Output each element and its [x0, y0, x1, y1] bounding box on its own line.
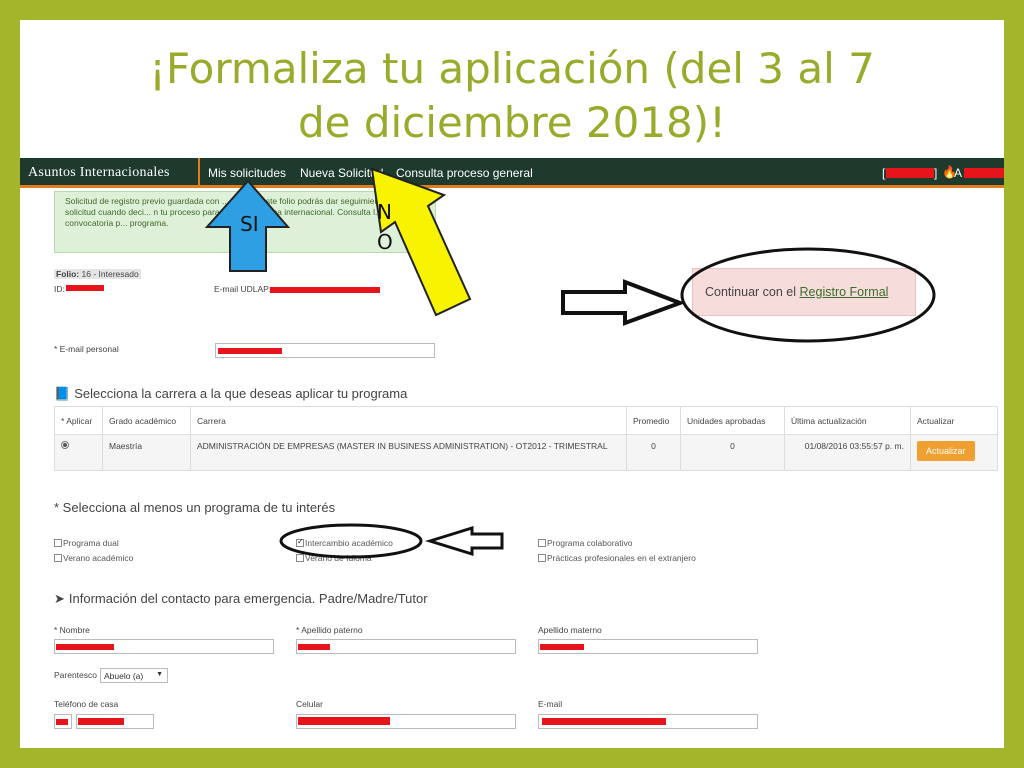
celular-label: Celular: [296, 699, 323, 709]
redaction-bar: [218, 348, 282, 354]
email-contacto-label: E-mail: [538, 699, 563, 709]
nav-link-mis-solicitudes[interactable]: Mis solicitudes: [208, 166, 286, 180]
annotation-no-n: N: [377, 200, 392, 224]
checkbox-verano-academico[interactable]: Verano académico: [54, 553, 133, 563]
id-label: ID:: [54, 284, 65, 294]
table-header: Promedio: [626, 406, 681, 435]
redaction-bar: [542, 718, 666, 725]
email-personal-label: * E-mail personal: [54, 344, 119, 354]
embedded-screenshot: Asuntos Internacionales Mis solicitudes …: [20, 158, 1004, 748]
checkbox-practicas-profesionales[interactable]: Prácticas profesionales en el extranjero: [538, 553, 696, 563]
redaction-bar: [66, 285, 104, 291]
redaction-bar: [886, 168, 934, 178]
redaction-bar: [56, 644, 114, 650]
table-header: Carrera: [190, 406, 627, 435]
table-header: * Aplicar: [54, 406, 103, 435]
send-icon: ➤: [54, 591, 65, 606]
continue-box: Continuar con el Registro Formal: [692, 268, 916, 316]
parentesco-select[interactable]: Abuelo (a) ▼: [100, 668, 168, 683]
redaction-bar: [270, 287, 380, 293]
book-icon: 📘: [54, 386, 71, 401]
redaction-bar: [56, 719, 68, 725]
table-header: Unidades aprobadas: [680, 406, 785, 435]
nav-link-nueva-solicitud[interactable]: Nueva Solicitud: [300, 166, 383, 180]
nav-link-consulta-proceso[interactable]: Consulta proceso general: [396, 166, 533, 180]
table-header: Actualizar: [910, 406, 998, 435]
nav-user[interactable]: [: [882, 166, 885, 180]
nav-separator: [198, 158, 200, 188]
carrera-table: * Aplicar Grado académico Carrera Promed…: [54, 406, 998, 471]
checkbox-intercambio-academico[interactable]: Intercambio académico: [296, 537, 393, 548]
nav-user-initial: A: [954, 166, 963, 180]
redaction-bar: [298, 717, 390, 725]
nombre-label: * Nombre: [54, 625, 90, 635]
carrera-heading: 📘 Selecciona la carrera a la que deseas a…: [54, 386, 408, 401]
nav-brand[interactable]: Asuntos Internacionales: [28, 165, 170, 181]
table-header: Última actualización: [784, 406, 911, 435]
registro-formal-link[interactable]: Registro Formal: [800, 285, 889, 299]
redaction-bar: [78, 718, 124, 725]
checkbox-programa-colaborativo[interactable]: Programa colaborativo: [538, 538, 633, 548]
apellido-paterno-label: * Apellido paterno: [296, 625, 363, 635]
redaction-bar: [540, 644, 584, 650]
table-header: Grado académico: [102, 406, 191, 435]
actualizar-button[interactable]: Actualizar: [917, 441, 975, 461]
email-udlap-label: E-mail UDLAP:: [214, 284, 272, 294]
redaction-bar: [298, 644, 330, 650]
chevron-down-icon: ▼: [156, 671, 163, 678]
folio-label: Folio: 16 - Interesado: [54, 269, 141, 279]
slide-title: ¡Formaliza tu aplicación (del 3 al 7 de …: [149, 44, 875, 147]
annotation-si: SI: [240, 212, 259, 236]
redaction-bar: [964, 168, 1004, 178]
checkbox-programa-dual[interactable]: Programa dual: [54, 538, 119, 548]
contacto-heading: ➤ Información del contacto para emergenci…: [54, 591, 428, 606]
apellido-materno-label: Apellido materno: [538, 625, 602, 635]
checkbox-verano-idioma[interactable]: Verano de Idioma: [296, 553, 372, 563]
table-row: Maestría ADMINISTRACIÓN DE EMPRESAS (MAS…: [54, 434, 998, 471]
nav-user-bracket: ]: [934, 166, 938, 180]
telefono-casa-label: Teléfono de casa: [54, 699, 119, 709]
slide: ¡Formaliza tu aplicación (del 3 al 7 de …: [20, 20, 1004, 748]
top-navbar: Asuntos Internacionales Mis solicitudes …: [20, 158, 1004, 188]
parentesco-label: Parentesco: [54, 670, 97, 680]
programas-heading: * Selecciona al menos un programa de tu …: [54, 500, 336, 515]
aplicar-radio[interactable]: [61, 441, 69, 449]
annotation-no-o: O: [377, 230, 393, 254]
